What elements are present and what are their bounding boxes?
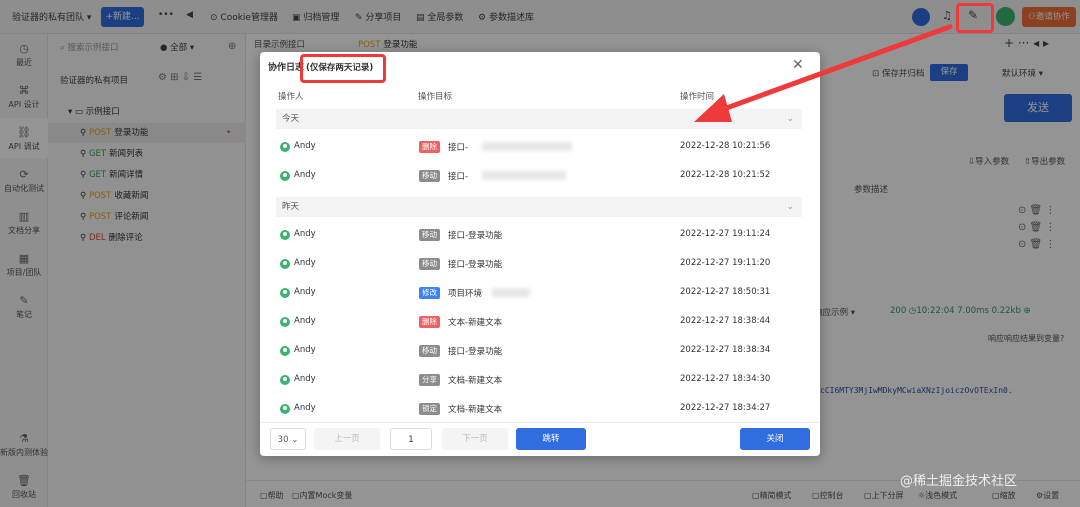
log-row: Andy 移动 接口-登录功能 2022-12-27 18:38:34 [276, 337, 802, 365]
next-page-button[interactable]: 下一页 [442, 428, 508, 450]
highlight-subtitle [300, 54, 386, 83]
user-icon [280, 230, 290, 240]
close-button[interactable]: 关闭 [740, 428, 810, 450]
log-row: Andy 移动 接口-登录功能 2022-12-27 19:11:20 [276, 250, 802, 278]
watermark: @稀土掘金技术社区 [900, 474, 1018, 489]
action-tag: 删除 [419, 316, 440, 328]
log-row: Andy 修改 项目环境 2022-12-27 18:50:31 [276, 279, 802, 307]
action-tag: 移动 [419, 258, 440, 270]
prev-page-button[interactable]: 上一页 [314, 428, 380, 450]
page-size-select[interactable]: 30 ⌄ [270, 428, 306, 450]
action-tag: 修改 [419, 287, 440, 299]
chevron-down-icon: ⌄ [786, 202, 794, 212]
log-row: Andy 锁定 文档-新建文本 2022-12-27 18:34:27 [276, 395, 802, 423]
col-target: 操作目标 [418, 92, 453, 102]
redacted-text [482, 171, 566, 180]
annotation-arrow [694, 23, 953, 122]
arrow-head [694, 94, 732, 122]
user-icon [280, 142, 290, 152]
action-tag: 锁定 [419, 403, 440, 415]
col-user: 操作人 [278, 92, 304, 102]
log-row: Andy 移动 接口- 2022-12-28 10:21:52 [276, 162, 802, 190]
highlight-log-icon [956, 3, 994, 33]
user-icon [280, 171, 290, 181]
page-input[interactable]: 1 [390, 428, 432, 450]
log-row: Andy 分享 文档-新建文本 2022-12-27 18:34:30 [276, 366, 802, 394]
user-icon [280, 375, 290, 385]
user-icon [280, 259, 290, 269]
user-icon [280, 288, 290, 298]
group-yesterday[interactable]: 昨天 ⌄ [276, 197, 802, 217]
redacted-text [492, 288, 530, 297]
arrow-shaft [709, 23, 953, 117]
action-tag: 移动 [419, 170, 440, 182]
footer-divider [260, 422, 820, 423]
action-tag: 移动 [419, 229, 440, 241]
action-tag: 删除 [419, 141, 440, 153]
user-icon [280, 346, 290, 356]
modal-title: 协作日志 [268, 63, 305, 73]
action-tag: 分享 [419, 374, 440, 386]
jump-button[interactable]: 跳转 [516, 428, 586, 450]
user-icon [280, 404, 290, 414]
user-icon [280, 317, 290, 327]
log-row: Andy 删除 文本-新建文本 2022-12-27 18:38:44 [276, 308, 802, 336]
redacted-text [482, 142, 572, 151]
log-row: Andy 移动 接口-登录功能 2022-12-27 19:11:24 [276, 221, 802, 249]
action-tag: 移动 [419, 345, 440, 357]
